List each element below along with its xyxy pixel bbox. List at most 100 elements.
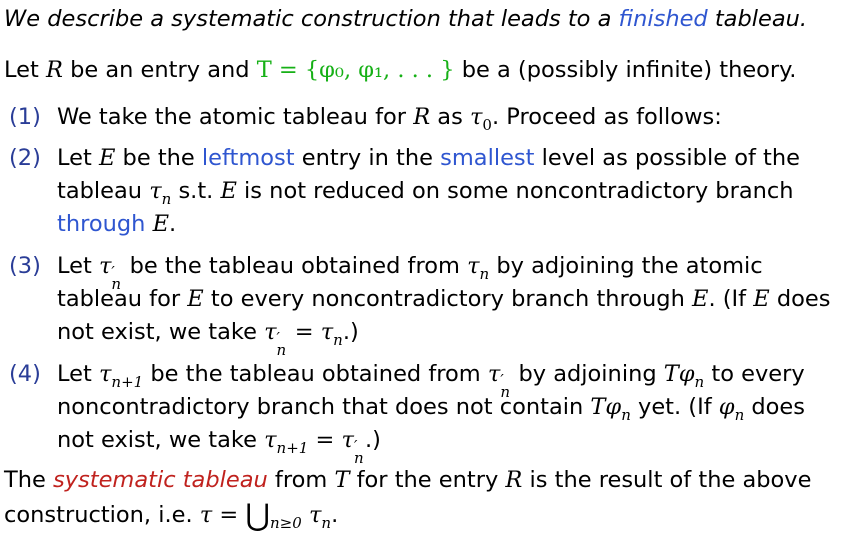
math-var: E — [692, 286, 709, 312]
step-text: Let — [57, 361, 99, 387]
math-var: E — [220, 178, 237, 204]
math-union: ⋃ — [245, 498, 271, 533]
highlight-smallest: smallest — [440, 145, 535, 171]
step-number: (2) — [9, 145, 41, 171]
step-text: . (If — [708, 286, 754, 312]
step-text: by adjoining — [511, 361, 664, 387]
highlight-systematic-tableau: systematic tableau — [53, 467, 268, 493]
step-text: not exist, we take — [57, 319, 265, 345]
step-text: be the tableau obtained from — [143, 361, 488, 387]
math-subscript: n — [734, 406, 745, 424]
math-var: τ — [467, 253, 480, 279]
premise-let: Let — [4, 57, 46, 83]
math-var: E — [753, 286, 770, 312]
closing-text: construction, i.e. — [4, 502, 200, 528]
closing-text: is the result of the above — [522, 467, 812, 493]
step-text: to every — [704, 361, 805, 387]
math-var: τ — [320, 319, 334, 345]
step-text: be the — [115, 145, 202, 171]
intro-text-after: tableau. — [707, 6, 808, 32]
step-3-line-1: Let τ ′ n be the tableau obtained from τn … — [57, 251, 763, 293]
step-text: . — [169, 211, 177, 237]
math-var: φ — [678, 361, 695, 387]
step-text: .) — [364, 427, 381, 453]
step-3-line-2: tableau for E to every noncontradictory … — [57, 284, 830, 314]
math-var: τ — [149, 178, 162, 204]
math-var: τ — [487, 361, 501, 387]
math-equals: = — [212, 502, 246, 528]
math-var: τ — [199, 502, 213, 528]
premise-entry-var: R — [45, 57, 63, 83]
math-var: τ — [341, 427, 354, 453]
math-var: φ — [718, 394, 735, 420]
step-4-line-1: Let τn+1 be the tableau obtained from τ ′… — [57, 359, 805, 401]
math-subscript: n — [621, 406, 631, 424]
step-text: Let — [57, 145, 99, 171]
step-number: (4) — [9, 361, 41, 387]
step-text: yet. (If — [630, 394, 719, 420]
closing-text: . — [331, 502, 339, 528]
step-number: (3) — [9, 253, 41, 279]
intro-sentence: We describe a systematic construction th… — [4, 4, 807, 34]
step-1-line-1: We take the atomic tableau for R as τ0. … — [57, 102, 722, 134]
math-var: E — [187, 286, 204, 312]
intro-highlight-finished: finished — [618, 6, 708, 32]
step-text: s.t. — [171, 178, 221, 204]
closing-line-2: construction, i.e. τ = ⋃n≥0 τn. — [4, 498, 339, 533]
step-text: entry in the — [294, 145, 441, 171]
step-4-line-2: noncontradictory branch that does not co… — [57, 392, 805, 424]
step-text: does — [744, 394, 805, 420]
step-2-line-1: Let E be the leftmost entry in the small… — [57, 143, 800, 173]
step-text: not exist, we take — [57, 427, 265, 453]
step-text: Let — [57, 253, 99, 279]
step-text: be the tableau obtained from — [122, 253, 468, 279]
math-var: τ — [308, 502, 322, 528]
math-var: φ — [605, 394, 622, 420]
step-4-line-3: not exist, we take τn+1 = τ ′ n.) — [57, 425, 381, 467]
math-var: T — [663, 361, 679, 387]
math-var: τ — [469, 104, 483, 130]
math-subscript: n≥0 — [270, 514, 302, 532]
step-2-line-2: tableau τn s.t. E is not reduced on some… — [57, 176, 794, 208]
step-2-line-3: through E. — [57, 209, 176, 239]
math-subscript: n — [161, 190, 172, 208]
step-text: by adjoining the atomic — [489, 253, 763, 279]
math-subscript: n — [321, 514, 332, 532]
step-text: is not reduced on some noncontradictory … — [236, 178, 794, 204]
math-var: R — [413, 104, 431, 130]
step-text: noncontradictory branch that does not co… — [57, 394, 591, 420]
math-var: τ — [98, 253, 112, 279]
step-text: tableau for — [57, 286, 188, 312]
math-equals: = — [308, 427, 342, 453]
math-subscript: n+1 — [111, 373, 144, 391]
step-3-line-3: not exist, we take τ ′ n = τn.) — [57, 317, 359, 359]
highlight-through: through — [57, 211, 146, 237]
premise-theory: T = {φ₀, φ₁, . . . } — [256, 57, 455, 83]
closing-text: The — [4, 467, 53, 493]
step-text: as — [430, 104, 470, 130]
math-var: R — [505, 467, 523, 493]
math-var: τ — [264, 427, 277, 453]
step-text: tableau — [57, 178, 150, 204]
step-text: to every noncontradictory branch through — [203, 286, 693, 312]
step-text: We take the atomic tableau for — [57, 104, 414, 130]
intro-text-before: We describe a systematic construction th… — [4, 6, 619, 32]
step-text: level as possible of the — [534, 145, 800, 171]
step-text: . Proceed as follows: — [491, 104, 722, 130]
closing-text: for the entry — [349, 467, 506, 493]
math-var: E — [152, 211, 170, 237]
math-subscript: n — [694, 373, 705, 391]
math-var: T — [334, 467, 350, 493]
math-var: T — [590, 394, 606, 420]
premise-mid: be an entry and — [62, 57, 257, 83]
math-subscript: n — [479, 265, 490, 283]
slide: We describe a systematic construction th… — [0, 0, 851, 542]
highlight-leftmost: leftmost — [201, 145, 295, 171]
math-subscript: n — [333, 331, 343, 349]
math-subscript: n+1 — [276, 439, 309, 457]
step-text: does — [769, 286, 831, 312]
premise-sentence: Let R be an entry and T = {φ₀, φ₁, . . .… — [4, 55, 796, 85]
step-number: (1) — [9, 104, 41, 130]
math-var: τ — [264, 319, 277, 345]
math-equals: = — [287, 319, 321, 345]
